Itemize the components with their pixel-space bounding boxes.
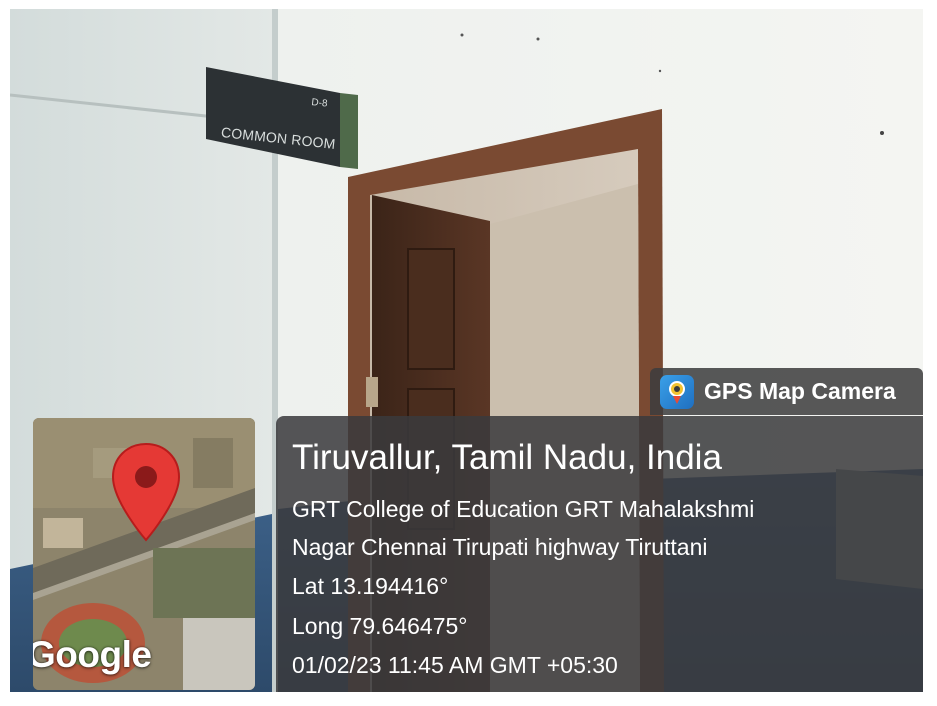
map-thumbnail: Google <box>33 418 255 690</box>
date-time: 01/02/23 11:45 AM GMT +05:30 <box>292 652 618 678</box>
app-name: GPS Map Camera <box>704 378 896 404</box>
address-line-1: GRT College of Education GRT Mahalakshmi <box>292 496 755 522</box>
location-info-panel: Tiruvallur, Tamil Nadu, India GRT Colleg… <box>276 416 923 692</box>
door-panel <box>407 248 455 370</box>
sign-room-code: D-8 <box>310 97 329 110</box>
door-latch <box>366 377 378 407</box>
map-pin-icon <box>111 442 181 542</box>
google-logo: Google <box>33 634 152 675</box>
longitude: Long 79.646475° <box>292 613 468 639</box>
wall-sign-bracket <box>340 93 358 169</box>
latitude: Lat 13.194416° <box>292 573 449 599</box>
wall-speck <box>460 33 464 37</box>
app-tag: GPS Map Camera <box>650 368 923 415</box>
wall-speck <box>880 131 884 135</box>
photo-frame: D-8 COMMON ROOM Google GPS Map Camera Ti… <box>10 9 923 692</box>
address-line-2: Nagar Chennai Tirupati highway Tiruttani <box>292 534 708 560</box>
place-title: Tiruvallur, Tamil Nadu, India <box>292 438 722 477</box>
wall-speck <box>536 37 540 41</box>
wall-speck <box>658 69 662 73</box>
gps-camera-icon <box>660 374 694 409</box>
